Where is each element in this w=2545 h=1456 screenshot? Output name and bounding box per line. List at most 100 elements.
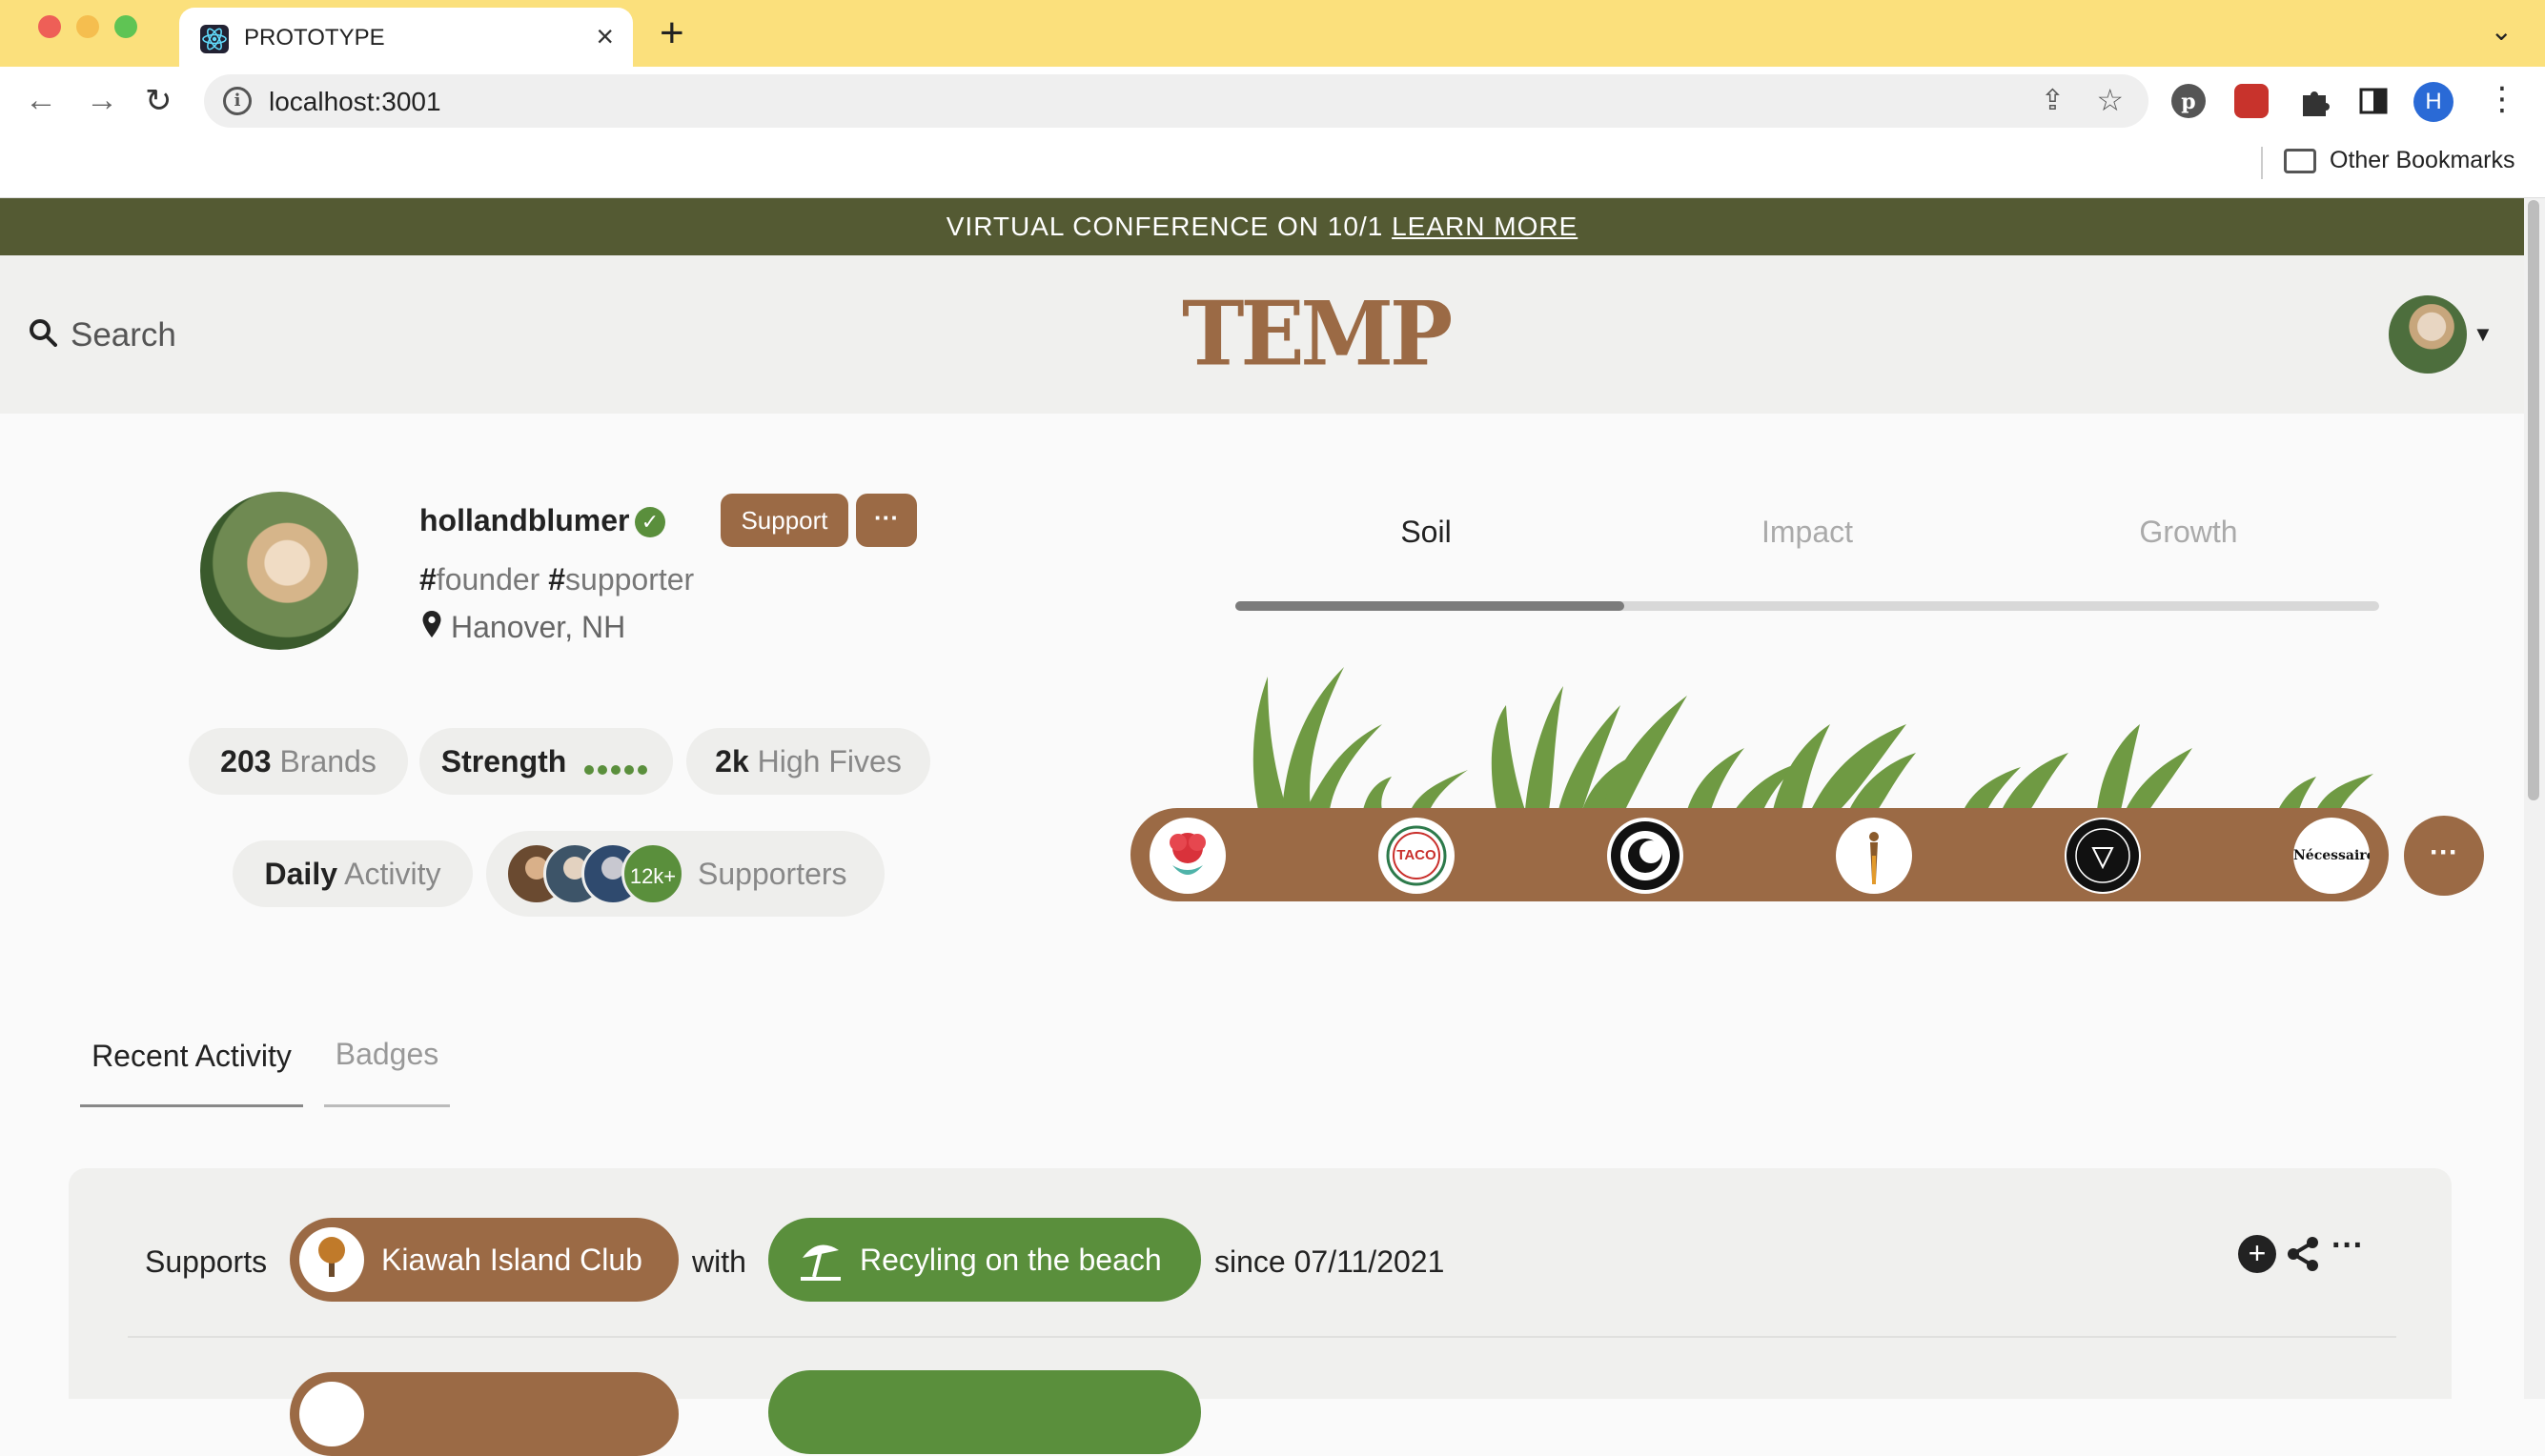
browser-tab-bar: PROTOTYPE × + ⌄ — [0, 0, 2545, 67]
tab-badges[interactable]: Badges — [324, 1037, 450, 1107]
hash-symbol: # — [419, 562, 437, 597]
menu-icon[interactable]: ⋮ — [2486, 80, 2518, 118]
brands-count-pill[interactable]: 203 Brands — [189, 728, 408, 795]
profile-more-button[interactable]: ··· — [856, 494, 917, 547]
learn-more-link[interactable]: LEARN MORE — [1392, 212, 1578, 241]
back-icon[interactable]: ← — [25, 82, 57, 119]
forward-icon[interactable]: → — [86, 82, 118, 119]
brand-logo-figure[interactable] — [1836, 818, 1912, 894]
kiawah-logo-icon — [299, 1227, 364, 1292]
brand-chip[interactable] — [290, 1372, 679, 1456]
browser-profile-avatar[interactable]: H — [2413, 82, 2453, 122]
tab-soil[interactable]: Soil — [1283, 515, 1569, 550]
brand-logo-sun-ring[interactable] — [1607, 818, 1683, 894]
tab-impact[interactable]: Impact — [1664, 515, 1950, 550]
activity-feed: Supports Kiawah Island Club with Recylin… — [69, 1168, 2452, 1456]
site-header: Search TEMP ▼ — [0, 255, 2524, 414]
site-logo[interactable]: TEMP — [1182, 281, 1453, 385]
strength-dot — [611, 764, 621, 775]
verified-check-icon: ✓ — [635, 507, 665, 537]
browser-tab[interactable]: PROTOTYPE × — [179, 8, 633, 67]
profile-tags: #founder #supporter — [419, 562, 694, 597]
folder-icon[interactable] — [2284, 149, 2316, 173]
cause-chip[interactable]: Recyling on the beach — [768, 1218, 1201, 1302]
daily-label: Daily — [264, 857, 337, 891]
strength-dot — [598, 764, 608, 775]
new-tab-icon[interactable]: + — [660, 10, 684, 57]
strength-dot — [584, 764, 595, 775]
svg-text:p: p — [2181, 90, 2195, 114]
strength-dots — [584, 731, 651, 798]
bookmarks-divider — [2261, 147, 2263, 179]
brand-logo-workshop[interactable] — [2065, 818, 2141, 894]
pinterest-icon[interactable]: p — [2171, 84, 2206, 118]
puzzle-icon[interactable] — [2297, 84, 2331, 118]
tab-title: PROTOTYPE — [244, 25, 385, 51]
scrollbar-thumb[interactable] — [2528, 200, 2539, 800]
other-bookmarks-link[interactable]: Other Bookmarks — [2330, 147, 2515, 174]
close-window-button[interactable] — [38, 15, 61, 38]
brand-chip[interactable]: Kiawah Island Club — [290, 1218, 679, 1302]
hash-symbol: # — [548, 562, 566, 597]
soil-more-button[interactable]: ··· — [2404, 816, 2484, 896]
search-icon[interactable] — [29, 318, 57, 347]
tag-founder[interactable]: founder — [437, 562, 540, 597]
caret-down-icon[interactable]: ▼ — [2473, 322, 2494, 347]
grass-illustration — [1252, 667, 2373, 810]
tag-supporter[interactable]: supporter — [565, 562, 694, 597]
more-options-icon[interactable]: ··· — [2331, 1227, 2364, 1264]
search-input[interactable]: Search — [71, 316, 176, 354]
kiawah-logo-icon — [299, 1382, 364, 1446]
supporters-count-badge: 12k+ — [621, 842, 684, 905]
brand-logo-carnation[interactable] — [1150, 818, 1226, 894]
user-avatar[interactable] — [2389, 295, 2467, 374]
high-fives-pill[interactable]: 2k High Fives — [686, 728, 930, 795]
supporters-label: Supporters — [698, 857, 847, 891]
bookmarks-bar: Other Bookmarks — [0, 135, 2545, 198]
strength-dot — [624, 764, 635, 775]
support-button[interactable]: Support — [721, 494, 848, 547]
share-icon[interactable] — [2284, 1235, 2322, 1273]
strength-label: Strength — [440, 744, 567, 779]
address-bar[interactable]: i localhost:3001 ⇪ ☆ — [204, 74, 2148, 128]
strength-dot — [638, 764, 648, 775]
soil-brands-bar — [1130, 808, 2389, 901]
info-icon[interactable]: i — [223, 87, 252, 115]
high-fives-label: High Fives — [757, 744, 902, 779]
beach-umbrella-icon — [801, 1244, 841, 1281]
brand-logo-taco-truck[interactable]: TACO — [1378, 818, 1455, 894]
activity-label: Activity — [344, 857, 441, 891]
row-divider — [128, 1336, 2396, 1338]
minimize-window-button[interactable] — [76, 15, 99, 38]
close-tab-icon[interactable]: × — [596, 19, 614, 54]
announcement-banner: VIRTUAL CONFERENCE ON 10/1 LEARN MORE — [0, 198, 2524, 255]
cause-chip-label: Recyling on the beach — [860, 1243, 1162, 1277]
reload-icon[interactable]: ↻ — [145, 82, 173, 120]
profile-photo — [200, 492, 358, 650]
growth-progress-fill — [1235, 601, 1624, 611]
taco-logo-text: TACO — [1396, 847, 1436, 863]
share-icon[interactable]: ⇪ — [2041, 84, 2065, 117]
since-date: since 07/11/2021 — [1214, 1244, 1445, 1279]
high-fives-count: 2k — [715, 744, 749, 779]
supports-label: Supports — [145, 1244, 268, 1279]
star-icon[interactable]: ☆ — [2096, 82, 2124, 118]
react-icon — [200, 25, 229, 53]
cause-chip[interactable] — [768, 1370, 1201, 1454]
add-icon[interactable]: + — [2238, 1235, 2276, 1273]
extension-icon[interactable] — [2234, 84, 2269, 118]
url-text[interactable]: localhost:3001 — [269, 87, 441, 117]
zoom-window-button[interactable] — [114, 15, 137, 38]
brands-count: 203 — [220, 744, 272, 779]
sidebar-icon[interactable] — [2356, 84, 2391, 118]
strength-pill[interactable]: Strength — [419, 728, 673, 795]
daily-activity-pill[interactable]: Daily Activity — [233, 840, 473, 907]
brands-label: Brands — [279, 744, 377, 779]
brand-logo-necessaire[interactable]: Nécessaire — [2293, 818, 2370, 894]
supporters-pill[interactable]: 12k+ Supporters — [486, 831, 885, 917]
tab-list-chevron-icon[interactable]: ⌄ — [2491, 15, 2513, 47]
with-label: with — [692, 1244, 746, 1279]
brand-chip-label: Kiawah Island Club — [381, 1243, 642, 1277]
tab-recent-activity[interactable]: Recent Activity — [80, 1039, 303, 1107]
tab-growth[interactable]: Growth — [2046, 515, 2331, 550]
